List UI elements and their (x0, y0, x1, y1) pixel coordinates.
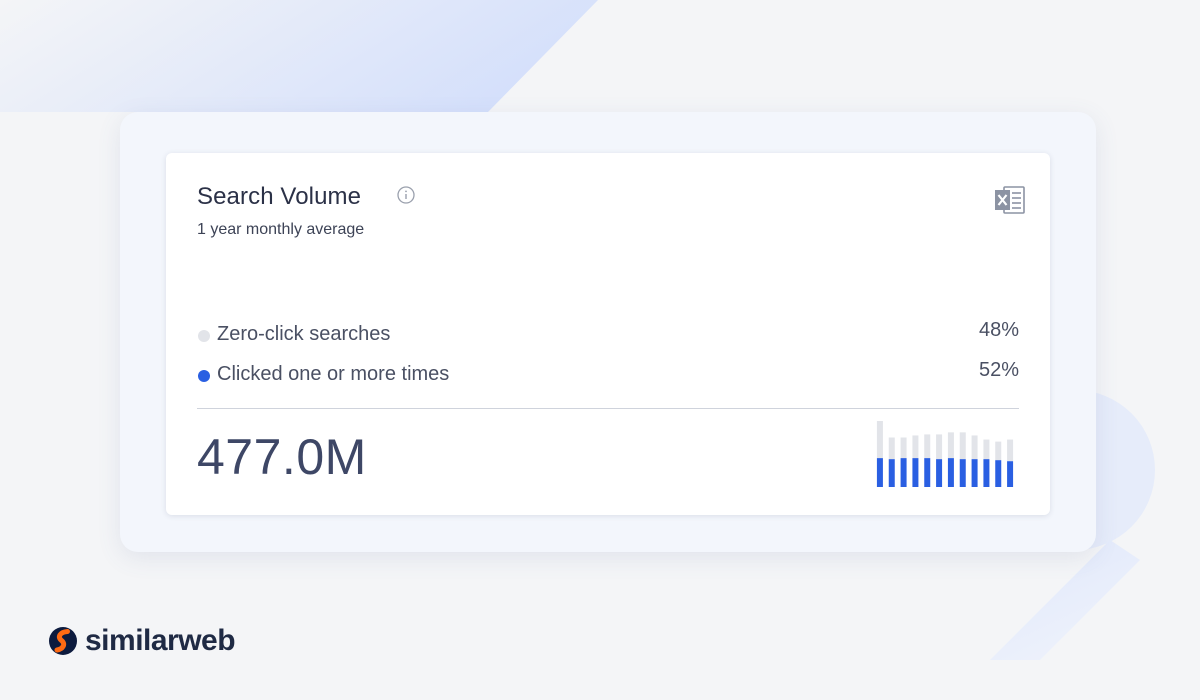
bar-clicked (900, 458, 907, 487)
bar-zero-click (912, 435, 919, 459)
legend-label: Zero-click searches (217, 323, 391, 345)
card-title: Search Volume (197, 183, 362, 210)
bar-zero-click (900, 437, 907, 459)
legend-value: 48% (978, 319, 1019, 341)
bar-clicked (1007, 461, 1014, 487)
bar-zero-click (959, 432, 966, 460)
similarweb-logo: similarweb (48, 624, 236, 658)
bar-clicked (888, 459, 895, 487)
bar-clicked (924, 458, 931, 487)
bar-clicked (947, 458, 954, 487)
legend-row-clicked: Clicked one or more times 52% (197, 359, 1019, 387)
bar-zero-click (924, 434, 931, 459)
bar-zero-click (947, 432, 954, 459)
legend-dot-zero-click (198, 330, 210, 342)
bar-zero-click (983, 439, 990, 460)
excel-export-icon[interactable] (994, 185, 1026, 215)
bar-clicked (876, 458, 883, 487)
legend-dot-clicked (198, 370, 210, 382)
bar-zero-click (876, 421, 883, 459)
brand-name: similarweb (85, 624, 236, 657)
bar-clicked (983, 459, 990, 487)
bar-zero-click (936, 434, 943, 460)
similarweb-logo-icon (49, 627, 77, 655)
legend-label: Clicked one or more times (217, 363, 450, 385)
bar-zero-click (995, 441, 1002, 461)
bar-clicked (971, 459, 978, 487)
card-subtitle: 1 year monthly average (197, 221, 365, 238)
info-icon[interactable] (397, 186, 415, 204)
bar-clicked (912, 458, 919, 487)
bar-clicked (959, 459, 966, 487)
bar-clicked (995, 460, 1002, 487)
bar-zero-click (888, 437, 895, 460)
legend-row-zero-click: Zero-click searches 48% (197, 319, 1019, 347)
total-search-volume: 477.0M (197, 429, 367, 485)
bar-clicked (936, 459, 943, 487)
legend-value: 52% (978, 359, 1019, 381)
divider (197, 408, 1019, 409)
search-volume-card: Search Volume 1 year monthly average Zer… (166, 153, 1050, 515)
bar-zero-click (971, 435, 978, 460)
bar-zero-click (1007, 439, 1014, 462)
monthly-volume-bar-chart (876, 421, 1014, 487)
